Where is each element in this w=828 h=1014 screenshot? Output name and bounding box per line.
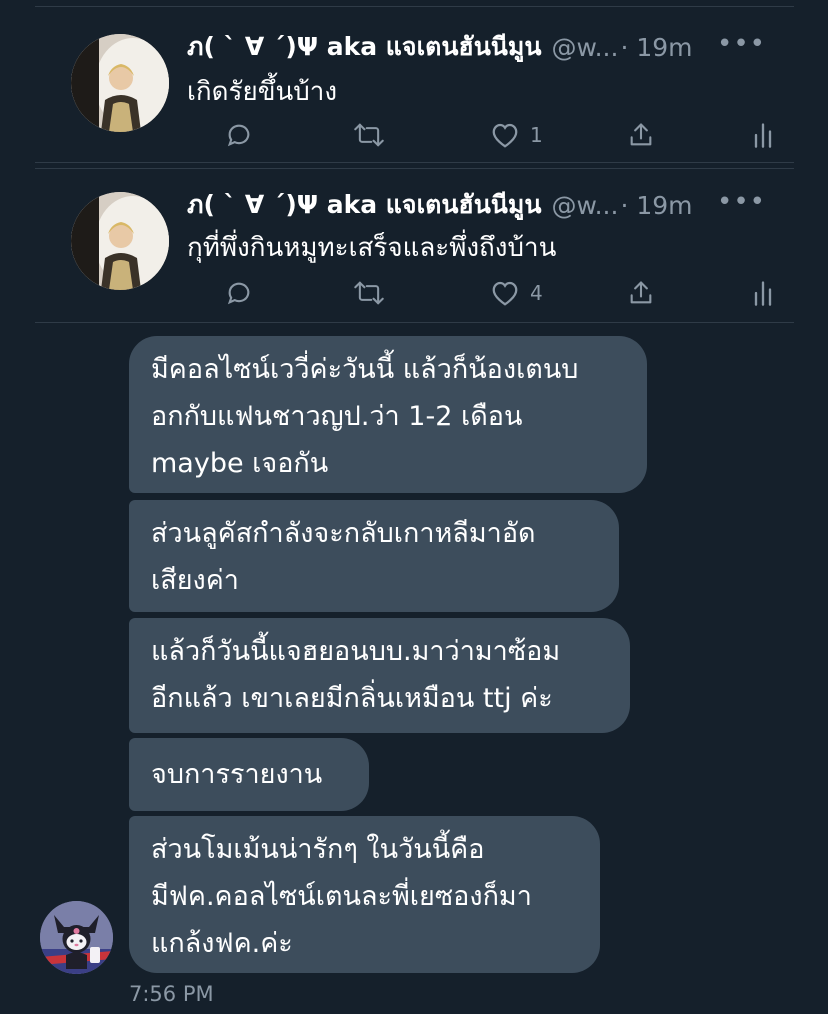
- message-line: เสียงค่า: [151, 565, 239, 596]
- tweet-header: ภ( ` ∀ ´)Ψ aka แจเตนฮันนีมูน @w... · 19m…: [187, 27, 766, 67]
- quoted-tweet-card[interactable]: ภ( ` ∀ ´)Ψ aka แจเตนฮันนีมูน @w... · 19m…: [35, 168, 794, 323]
- tweet-text: กุที่พึ่งกินหมูทะเสร็จและพึ่งถึงบ้าน: [187, 233, 557, 263]
- share-button[interactable]: [627, 273, 655, 313]
- reply-button[interactable]: [225, 115, 253, 155]
- message-bubble[interactable]: มีคอลไซน์เววี่ค่ะวันนี้ แล้วก็น้องเตนบ อ…: [129, 336, 647, 493]
- message-line: แล้วก็วันนี้แจฮยอนบบ.มาว่ามาซ้อม: [151, 636, 561, 667]
- tweet-author-avatar[interactable]: [71, 34, 169, 132]
- reply-button[interactable]: [225, 273, 253, 313]
- tweet-text: เกิดรัยขึ้นบ้าง: [187, 77, 338, 107]
- message-timestamp: 7:56 PM: [129, 982, 214, 1006]
- divider: [35, 322, 794, 323]
- message-line: มีคอลไซน์เววี่ค่ะวันนี้ แล้วก็น้องเตนบ: [151, 354, 579, 385]
- reply-icon: [227, 124, 250, 147]
- author-handle[interactable]: @w...: [551, 33, 618, 62]
- quoted-tweet-card[interactable]: ภ( ` ∀ ´)Ψ aka แจเตนฮันนีมูน @w... · 19m…: [35, 6, 794, 163]
- retweet-icon: [354, 123, 384, 147]
- share-icon: [630, 123, 652, 146]
- share-icon: [630, 281, 652, 304]
- tweet-time[interactable]: · 19m: [620, 33, 692, 62]
- message-bubble[interactable]: ส่วนโมเม้นน่ารักๆ ในวันนี้คือ มีฟค.คอลไซ…: [129, 816, 600, 973]
- analytics-button[interactable]: [752, 273, 774, 313]
- more-icon[interactable]: •••: [717, 29, 766, 59]
- message-line: อกกับแฟนชาวญป.ว่า 1-2 เดือน: [151, 401, 523, 432]
- tweet-time[interactable]: · 19m: [620, 191, 692, 220]
- author-display-name[interactable]: ภ( ` ∀ ´)Ψ aka แจเตนฮันนีมูน: [187, 27, 541, 67]
- message-line: จบการรายงาน: [151, 759, 323, 790]
- divider: [35, 162, 794, 163]
- analytics-icon: [754, 123, 772, 148]
- message-line: อีกแล้ว เขาเลยมีกลิ่นเหมือน ttj ค่ะ: [151, 683, 553, 714]
- author-display-name[interactable]: ภ( ` ∀ ´)Ψ aka แจเตนฮันนีมูน: [187, 185, 541, 225]
- like-button[interactable]: 1: [490, 115, 543, 155]
- message-line: ส่วนโมเม้นน่ารักๆ ในวันนี้คือ: [151, 834, 485, 865]
- like-count: 1: [530, 123, 543, 147]
- tweet-actions: 1: [187, 115, 772, 155]
- analytics-button[interactable]: [752, 115, 774, 155]
- author-handle[interactable]: @w...: [551, 191, 618, 220]
- reply-icon: [227, 282, 250, 305]
- more-icon[interactable]: •••: [717, 187, 766, 217]
- tweet-actions: 4: [187, 273, 772, 313]
- like-icon: [492, 281, 518, 306]
- message-bubble[interactable]: แล้วก็วันนี้แจฮยอนบบ.มาว่ามาซ้อม อีกแล้ว…: [129, 618, 630, 733]
- message-line: มีฟค.คอลไซน์เตนละพี่เยซองก็มา: [151, 881, 532, 912]
- message-line: แกล้งฟค.ค่ะ: [151, 928, 293, 959]
- tweet-author-avatar[interactable]: [71, 192, 169, 290]
- like-count: 4: [530, 281, 543, 305]
- share-button[interactable]: [627, 115, 655, 155]
- analytics-icon: [754, 281, 772, 306]
- like-button[interactable]: 4: [490, 273, 543, 313]
- message-line: ส่วนลูคัสกำลังจะกลับเกาหลีมาอัด: [151, 518, 536, 549]
- retweet-icon: [354, 281, 384, 305]
- message-bubble[interactable]: จบการรายงาน: [129, 738, 369, 811]
- sender-avatar[interactable]: [40, 901, 113, 974]
- retweet-button[interactable]: [353, 273, 385, 313]
- message-line: maybe เจอกัน: [151, 448, 329, 479]
- like-icon: [492, 123, 518, 148]
- tweet-header: ภ( ` ∀ ´)Ψ aka แจเตนฮันนีมูน @w... · 19m…: [187, 185, 766, 225]
- retweet-button[interactable]: [353, 115, 385, 155]
- message-bubble[interactable]: ส่วนลูคัสกำลังจะกลับเกาหลีมาอัด เสียงค่า: [129, 500, 619, 612]
